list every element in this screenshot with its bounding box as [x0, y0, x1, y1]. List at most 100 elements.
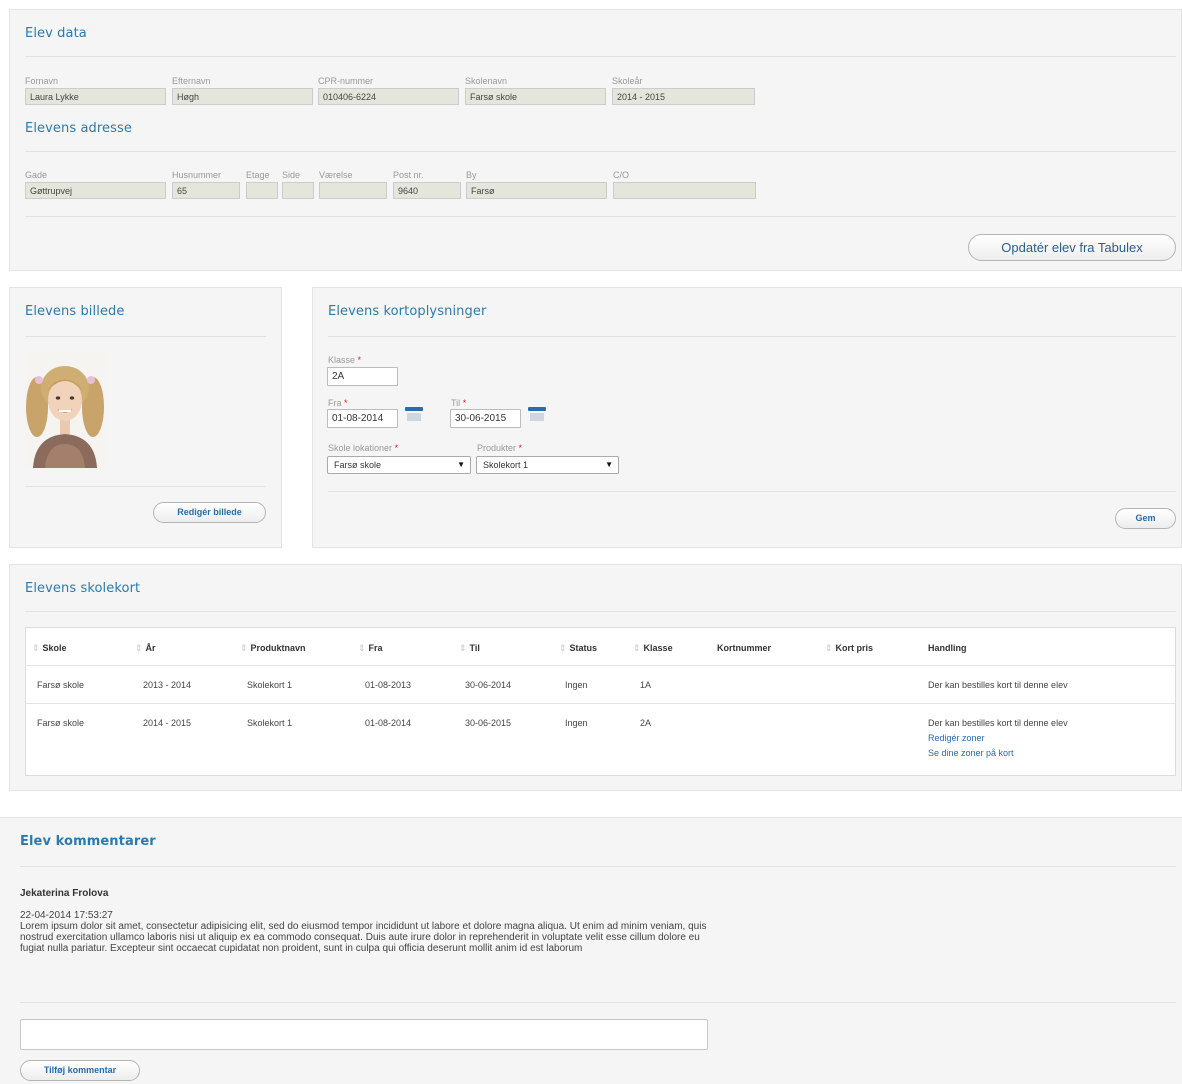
- vaerelse-label: Værelse: [319, 170, 353, 180]
- til-date-input[interactable]: 30-06-2015: [450, 409, 521, 428]
- skolekort-table: ⇕ Skole ⇕ År ⇕ Produktnavn ⇕ Fra ⇕ Til ⇕ Statu…: [25, 627, 1176, 776]
- klasse-label: Klasse *: [328, 355, 362, 365]
- column-header-klasse[interactable]: ⇕ Klasse: [633, 643, 673, 654]
- divider: [20, 1002, 1176, 1003]
- table-cell-fra: 01-08-2013: [365, 680, 412, 690]
- table-cell-klasse: 2A: [640, 718, 652, 728]
- sort-icon: ⇕: [358, 643, 366, 653]
- produkter-select[interactable]: Skolekort 1 ▼: [476, 456, 619, 474]
- til-label: Til *: [451, 398, 467, 408]
- edit-picture-button[interactable]: Redigér billede: [153, 502, 266, 523]
- divider: [25, 611, 1176, 612]
- lokation-select-value: Farsø skole: [334, 460, 382, 470]
- elev-data-title: Elev data: [25, 26, 87, 41]
- table-cell-aar: 2013 - 2014: [143, 680, 192, 690]
- husnummer-label: Husnummer: [172, 170, 222, 180]
- table-cell-produkt: Skolekort 1: [247, 680, 293, 690]
- table-cell-skole: Farsø skole: [37, 718, 85, 728]
- etage-field[interactable]: [246, 182, 278, 199]
- co-field[interactable]: [613, 182, 756, 199]
- dropdown-arrow-icon: ▼: [605, 460, 613, 469]
- edit-zones-link[interactable]: Redigér zoner: [928, 733, 985, 743]
- cpr-field[interactable]: 010406-6224: [318, 88, 459, 105]
- side-label: Side: [282, 170, 301, 180]
- cpr-label: CPR-nummer: [318, 76, 374, 86]
- sort-icon: ⇕: [459, 643, 467, 653]
- sort-icon: ⇕: [559, 643, 567, 653]
- column-header-skole[interactable]: ⇕ Skole: [32, 643, 67, 654]
- divider: [25, 486, 266, 487]
- table-cell-til: 30-06-2014: [465, 680, 512, 690]
- skolenavn-field[interactable]: Farsø skole: [465, 88, 606, 105]
- divider: [25, 151, 1176, 152]
- divider: [25, 216, 1176, 217]
- table-cell-produkt: Skolekort 1: [247, 718, 293, 728]
- column-header-status[interactable]: ⇕ Status: [559, 643, 597, 654]
- side-field[interactable]: [282, 182, 314, 199]
- update-from-tabulex-button[interactable]: Opdatér elev fra Tabulex: [968, 234, 1176, 261]
- column-header-til[interactable]: ⇕ Til: [459, 643, 480, 654]
- divider: [328, 336, 1176, 337]
- postnr-label: Post nr.: [393, 170, 424, 180]
- column-header-kortnummer: Kortnummer: [717, 643, 772, 653]
- fra-date-input[interactable]: 01-08-2014: [327, 409, 398, 428]
- skoleaar-label: Skoleår: [612, 76, 643, 86]
- table-cell-status: Ingen: [565, 680, 588, 690]
- husnummer-field[interactable]: 65: [172, 182, 240, 199]
- comment-timestamp: 22-04-2014 17:53:27: [20, 910, 113, 921]
- table-cell-klasse: 1A: [640, 680, 652, 690]
- vaerelse-field[interactable]: [319, 182, 387, 199]
- add-comment-button[interactable]: Tilføj kommentar: [20, 1060, 140, 1081]
- by-field[interactable]: Farsø: [466, 182, 607, 199]
- fra-calendar-icon[interactable]: [405, 407, 423, 422]
- table-cell-aar: 2014 - 2015: [143, 718, 192, 728]
- fra-label: Fra *: [328, 398, 348, 408]
- produkter-select-value: Skolekort 1: [483, 460, 529, 470]
- sort-icon: ⇕: [240, 643, 248, 653]
- column-header-kortpris[interactable]: ⇕ Kort pris: [825, 643, 873, 654]
- table-cell-handling: Der kan bestilles kort til denne elev: [928, 680, 1068, 690]
- lokation-label: Skole lokationer *: [328, 443, 399, 453]
- divider: [25, 336, 266, 337]
- produkter-label: Produkter *: [477, 443, 523, 453]
- lokation-select[interactable]: Farsø skole ▼: [327, 456, 471, 474]
- skolekort-title: Elevens skolekort: [25, 581, 141, 596]
- skoleaar-field[interactable]: 2014 - 2015: [612, 88, 755, 105]
- divider: [20, 866, 1176, 867]
- kortoplysninger-panel: [312, 287, 1182, 548]
- column-header-aar[interactable]: ⇕ År: [135, 643, 156, 654]
- divider: [328, 491, 1176, 492]
- comment-input[interactable]: [20, 1019, 708, 1050]
- kortoplysninger-title: Elevens kortoplysninger: [328, 304, 487, 319]
- column-header-fra[interactable]: ⇕ Fra: [358, 643, 383, 654]
- skolenavn-label: Skolenavn: [465, 76, 508, 86]
- table-cell-status: Ingen: [565, 718, 588, 728]
- fornavn-label: Fornavn: [25, 76, 59, 86]
- table-cell-skole: Farsø skole: [37, 680, 85, 690]
- gade-field[interactable]: Gøttrupvej: [25, 182, 166, 199]
- column-header-handling: Handling: [928, 643, 967, 653]
- column-header-produktnavn[interactable]: ⇕ Produktnavn: [240, 643, 306, 654]
- table-cell-fra: 01-08-2014: [365, 718, 412, 728]
- view-zones-on-map-link[interactable]: Se dine zoner på kort: [928, 748, 1014, 758]
- by-label: By: [466, 170, 477, 180]
- student-photo: [25, 352, 105, 468]
- elev-data-panel: [9, 9, 1182, 271]
- save-button[interactable]: Gem: [1115, 508, 1176, 529]
- til-calendar-icon[interactable]: [528, 407, 546, 422]
- adresse-title: Elevens adresse: [25, 121, 132, 136]
- comment-author: Jekaterina Frolova: [20, 888, 109, 899]
- table-cell-til: 30-06-2015: [465, 718, 512, 728]
- dropdown-arrow-icon: ▼: [457, 460, 465, 469]
- postnr-field[interactable]: 9640: [393, 182, 461, 199]
- table-cell-handling: Der kan bestilles kort til denne elev: [928, 718, 1068, 728]
- efternavn-field[interactable]: Høgh: [172, 88, 313, 105]
- fornavn-field[interactable]: Laura Lykke: [25, 88, 166, 105]
- gade-label: Gade: [25, 170, 48, 180]
- klasse-input[interactable]: 2A: [327, 367, 398, 386]
- co-label: C/O: [613, 170, 630, 180]
- kommentarer-title: Elev kommentarer: [20, 834, 156, 849]
- sort-icon: ⇕: [825, 643, 833, 653]
- sort-icon: ⇕: [32, 643, 40, 653]
- sort-icon: ⇕: [633, 643, 641, 653]
